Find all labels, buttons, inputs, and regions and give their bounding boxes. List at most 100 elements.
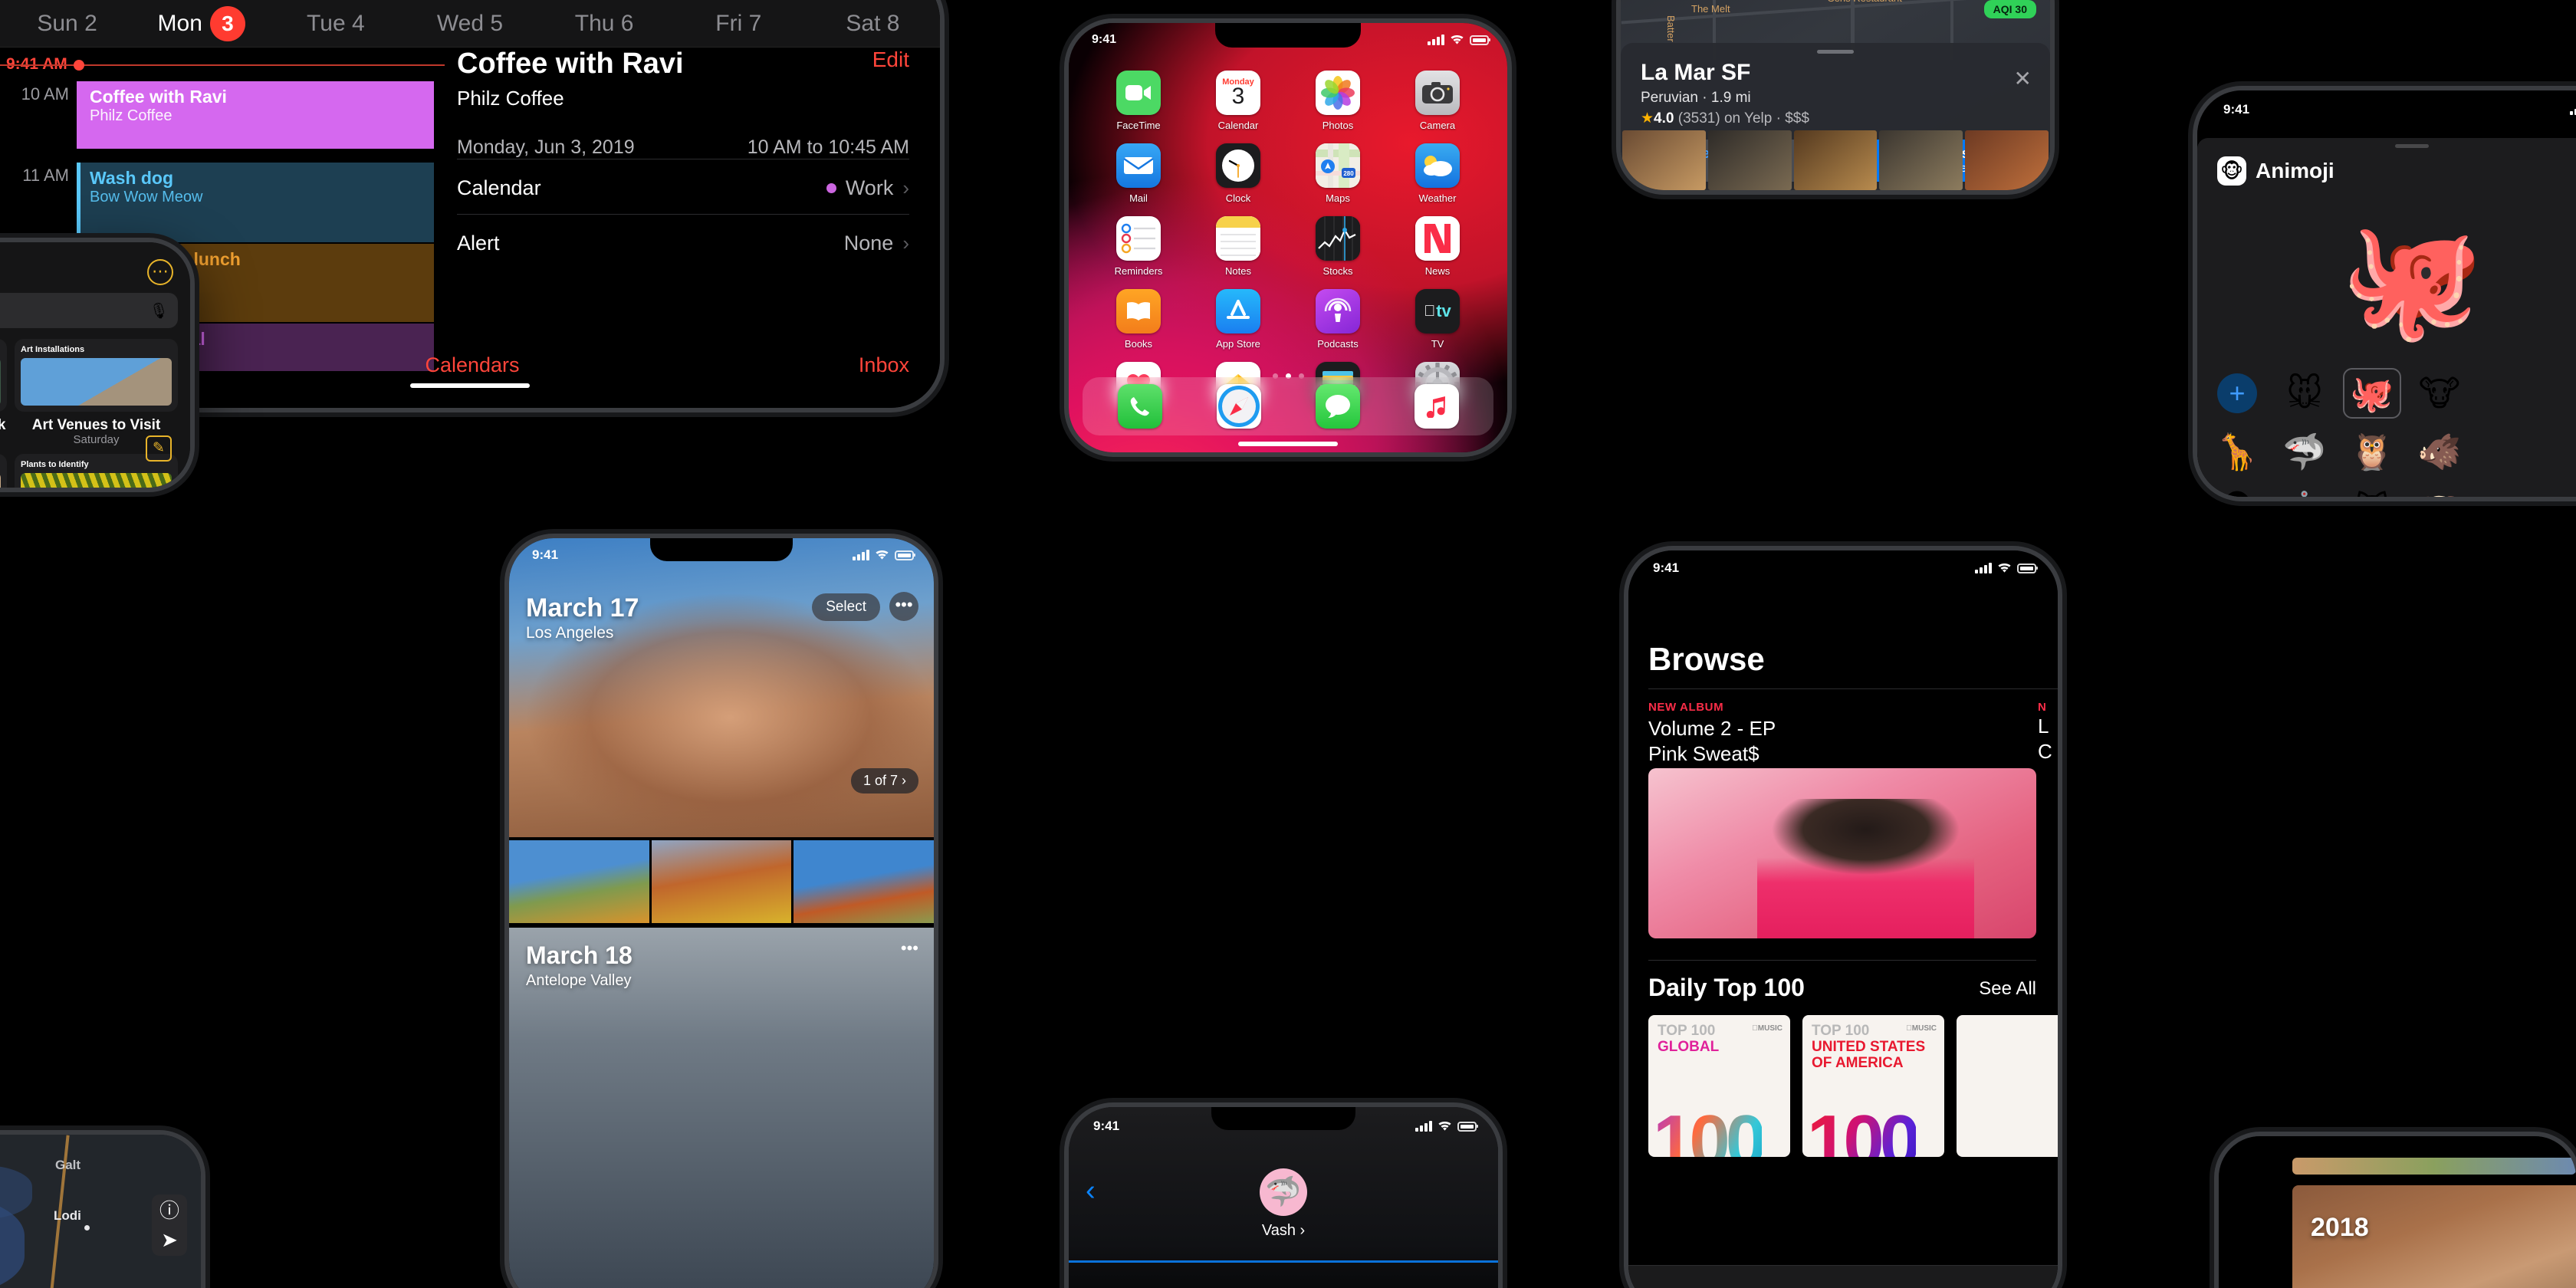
app-icon-photos[interactable]: Photos	[1305, 71, 1371, 131]
year-card[interactable]: 2018	[2292, 1185, 2576, 1288]
contact-name[interactable]: Vash ›	[1262, 1222, 1305, 1240]
animoji-option[interactable]: 🐱	[2343, 485, 2401, 497]
dock-icon-music[interactable]	[1414, 384, 1459, 429]
tab-calendars[interactable]: Calendars	[425, 353, 519, 377]
calendar-weekday[interactable]: Tue 4	[268, 11, 402, 37]
dock-icon-safari[interactable]	[1216, 384, 1261, 429]
compose-icon[interactable]: ✎	[146, 435, 172, 462]
select-button[interactable]: Select	[812, 593, 880, 621]
row-value: None	[843, 232, 894, 255]
calendar-weekday[interactable]: Sat 8	[806, 11, 940, 37]
animoji-option[interactable]: 🐭	[2275, 368, 2334, 419]
photos-second-card[interactable]: March 18 Antelope Valley •••	[509, 928, 934, 1288]
device-notes: ⋯ 🎙 Yosemite National Park Yosemite Nati…	[0, 242, 190, 488]
photo-strip[interactable]	[509, 840, 934, 923]
back-icon[interactable]: ‹	[1086, 1175, 1096, 1208]
playlist-card[interactable]	[1957, 1015, 2058, 1157]
next-line-2: C	[2038, 739, 2052, 763]
app-icon-reminders[interactable]: Reminders	[1106, 216, 1171, 277]
app-icon-podcasts[interactable]: Podcasts	[1305, 289, 1371, 350]
more-icon[interactable]: •••	[901, 938, 918, 958]
animoji-option[interactable]: 🦈	[2275, 426, 2334, 477]
calendar-weekday[interactable]: Thu 6	[537, 11, 672, 37]
animoji-option[interactable]: 🐮	[2410, 368, 2469, 419]
playlist-card[interactable]: TOP 100 UNITED STATES OF AMERICA MUSIC …	[1802, 1015, 1944, 1157]
locate-icon[interactable]: ➤	[152, 1230, 187, 1250]
animoji-picker[interactable]: +🐭🐙🐮🦒🦈🦉🐗🐵🤖🐱🐶👽🦊💩🐷🐨🐈🦄🐻	[2197, 368, 2576, 497]
app-icon-app-store[interactable]: App Store	[1205, 289, 1271, 350]
animoji-option[interactable]: 🦒	[2208, 426, 2266, 477]
detail-row-alert[interactable]: Alert None ›	[457, 214, 909, 269]
animoji-option[interactable]: 🐵	[2208, 485, 2266, 497]
calendar-weekday[interactable]: Mon 3	[134, 5, 268, 41]
home-app-grid[interactable]: FaceTime Monday 3 Calendar Photos Camera Mail C…	[1089, 71, 1487, 422]
year-strip-top[interactable]	[2292, 1158, 2576, 1175]
sheet-grabber[interactable]	[2395, 144, 2429, 148]
app-icon-weather[interactable]: Weather	[1405, 143, 1470, 204]
mic-icon[interactable]: 🎙	[150, 301, 169, 320]
sheet-grabber[interactable]	[1817, 50, 1854, 54]
appstore-icon	[1216, 289, 1260, 334]
app-icon-facetime[interactable]: FaceTime	[1106, 71, 1171, 131]
notes-card-grid[interactable]: Yosemite National Park Yosemite National…	[0, 339, 178, 488]
app-icon-calendar[interactable]: Monday 3 Calendar	[1205, 71, 1271, 131]
album-info[interactable]: Volume 2 - EP Pink Sweat$	[1648, 716, 1776, 766]
app-label: Calendar	[1217, 120, 1259, 131]
app-icon-tv[interactable]: tv TV	[1405, 289, 1470, 350]
close-icon[interactable]: ✕	[2014, 66, 2032, 91]
calendar-event[interactable]: Wash dog Bow Wow Meow	[77, 163, 434, 242]
dock[interactable]	[1083, 377, 1493, 435]
plus-icon: +	[2217, 373, 2257, 413]
animoji-option[interactable]: 🐙	[2343, 368, 2401, 419]
animoji-option[interactable]: 🦉	[2343, 426, 2401, 477]
tab-inbox[interactable]: Inbox	[859, 353, 909, 377]
avatar[interactable]: 🦈	[1260, 1168, 1307, 1216]
photo-thumb[interactable]	[651, 840, 792, 923]
album-artwork[interactable]	[1648, 768, 2036, 938]
photo-thumb[interactable]	[509, 840, 649, 923]
home-indicator[interactable]	[410, 383, 530, 388]
place-photo-strip[interactable]	[1621, 130, 2050, 190]
home-indicator[interactable]	[1238, 442, 1338, 446]
dock-icon-phone[interactable]	[1117, 384, 1162, 429]
add-animoji-button[interactable]: +	[2208, 368, 2266, 419]
calendar-event[interactable]: Coffee with Ravi Philz Coffee	[77, 81, 434, 149]
detail-row-calendar[interactable]: Calendar Work ›	[457, 159, 909, 214]
playlist-card[interactable]: TOP 100 GLOBAL MUSIC 100	[1648, 1015, 1790, 1157]
app-icon-stocks[interactable]: Stocks	[1305, 216, 1371, 277]
app-icon-news[interactable]: News	[1405, 216, 1470, 277]
app-icon-maps[interactable]: 280 Maps	[1305, 143, 1371, 204]
maps-overview-screen[interactable]: Lodi Antioch Galt ⓘ ➤	[0, 1135, 201, 1288]
animoji-option[interactable]: 🤖	[2275, 485, 2334, 498]
calendar-weekbar[interactable]: Sun 2 Mon 3 Tue 4 Wed 5 Thu 6 Fri 7 Sat 8	[0, 0, 940, 48]
dock-icon-messages[interactable]	[1315, 384, 1360, 429]
calendar-weekday[interactable]: Sun 2	[0, 11, 134, 37]
app-icon-notes[interactable]: Notes	[1205, 216, 1271, 277]
animoji-option[interactable]: 🐗	[2410, 426, 2469, 477]
photo-counter[interactable]: 1 of 7 ›	[850, 768, 918, 794]
more-icon[interactable]: •••	[889, 592, 918, 621]
search-input[interactable]: 🎙	[0, 293, 178, 328]
see-all-button[interactable]: See All	[1979, 978, 2036, 1000]
app-icon-mail[interactable]: Mail	[1106, 143, 1171, 204]
top100-card-row[interactable]: TOP 100 GLOBAL MUSIC 100 TOP 100 UNITED…	[1648, 1015, 2058, 1157]
info-icon[interactable]: ⓘ	[152, 1201, 187, 1221]
note-card[interactable]: Yosemite National Park Yosemite National…	[0, 339, 7, 446]
app-icon-books[interactable]: Books	[1106, 289, 1171, 350]
next-album-peek[interactable]: N L C	[2038, 701, 2058, 764]
map-controls[interactable]: ⓘ ➤	[152, 1194, 187, 1256]
status-bar: 9:41	[509, 538, 934, 564]
more-icon[interactable]: ⋯	[147, 259, 173, 285]
animoji-option[interactable]: 🐶	[2410, 485, 2469, 498]
app-icon-clock[interactable]: Clock	[1205, 143, 1271, 204]
monkey-icon[interactable]: 🐵	[2217, 156, 2246, 186]
photo-thumb[interactable]	[794, 840, 934, 923]
note-card[interactable]: Backpacks	[0, 454, 7, 488]
note-card[interactable]: Art Installations Art Venues to Visit Sa…	[15, 339, 178, 446]
app-icon-camera[interactable]: Camera	[1405, 71, 1470, 131]
edit-button[interactable]: Edit	[872, 48, 909, 72]
map-label: The Melt	[1691, 3, 1730, 15]
music-tabbar[interactable]	[1628, 1265, 2058, 1288]
calendar-weekday[interactable]: Wed 5	[402, 11, 537, 37]
calendar-weekday[interactable]: Fri 7	[672, 11, 806, 37]
